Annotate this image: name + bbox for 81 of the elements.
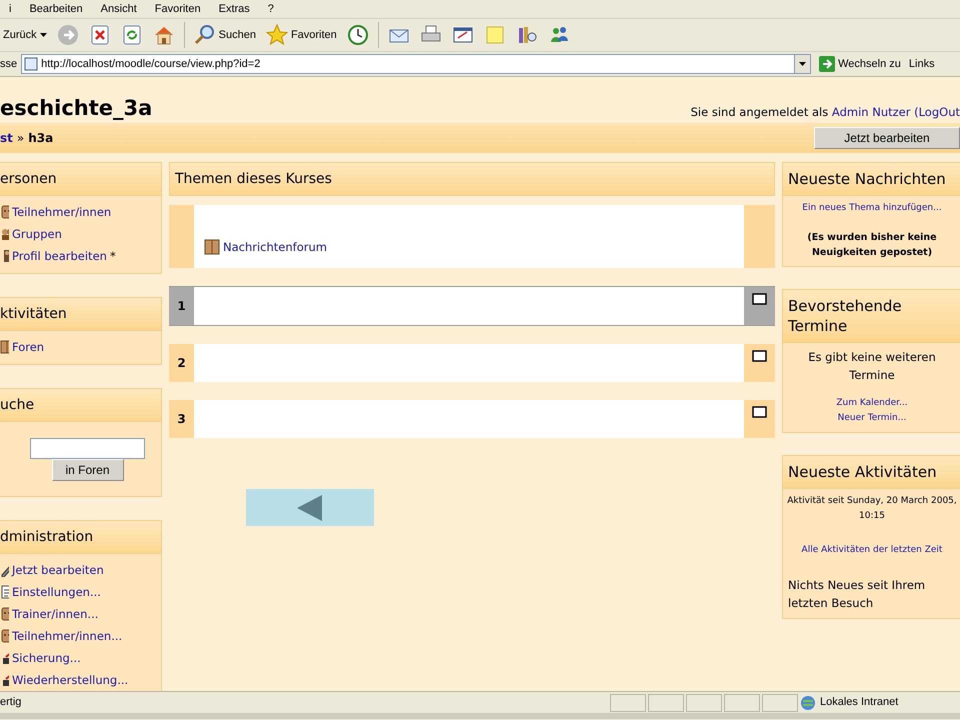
address-field[interactable]: http://localhost/moodle/course/view.php?id=2 [21, 54, 812, 74]
status-pane [610, 694, 646, 712]
activity-link[interactable]: Nachrichtenforum [223, 236, 327, 258]
block-text: Aktivität seit Sunday, 20 March 2005, 10:15 [786, 495, 958, 523]
square-icon[interactable] [752, 406, 767, 418]
search-field[interactable] [30, 438, 145, 459]
page-icon [24, 57, 38, 71]
breadcrumb-current: h3a [28, 130, 54, 147]
status-pane [648, 694, 684, 712]
topics-title: Themen dieses Kurses [169, 162, 775, 196]
group-icon [0, 227, 9, 241]
menu-item[interactable]: i [0, 0, 20, 18]
triangle-icon [296, 494, 324, 522]
menu-item[interactable]: ? [258, 0, 283, 18]
square-icon[interactable] [752, 293, 767, 305]
block-link[interactable]: Neuer Termin... [783, 411, 960, 426]
backup-icon [0, 651, 9, 665]
history-icon [346, 24, 369, 46]
person-icon [0, 629, 9, 643]
square-icon[interactable] [752, 350, 767, 362]
dropdown-button[interactable] [794, 55, 810, 73]
block-link[interactable]: Trainer/innen... [12, 603, 98, 625]
block-text: (Es wurden bisher keine Neuigkeiten gepostet) [806, 231, 938, 260]
logout-link[interactable]: (LogOut [914, 104, 960, 119]
block-link[interactable]: Gruppen [12, 223, 62, 245]
block-link[interactable]: Wiederherstellung... [12, 669, 128, 691]
person-icon [0, 205, 9, 219]
caret-icon [40, 33, 47, 37]
block-link[interactable]: Einstellungen... [12, 581, 101, 603]
forum-icon [204, 239, 220, 255]
stop-icon [88, 24, 111, 46]
links-button[interactable]: Links [908, 56, 935, 72]
menu-item[interactable]: Ansicht [92, 0, 146, 18]
block-text: Es gibt keine weiteren Termine [807, 349, 937, 384]
status-pane [762, 694, 798, 712]
status-text: ertig [0, 695, 22, 710]
edit-button[interactable]: Jetzt bearbeiten [814, 127, 960, 149]
document-icon [0, 585, 9, 599]
block-text: Nichts Neues seit Ihrem letzten Besuch [787, 577, 926, 612]
go-arrow-icon [819, 56, 836, 72]
user-link[interactable]: Admin Nutzer [832, 104, 910, 119]
globe-icon [800, 694, 816, 710]
address-label: sse [0, 56, 18, 72]
menu-item[interactable]: Favoriten [146, 0, 210, 18]
breadcrumb-separator: » [16, 130, 24, 147]
search-icon [194, 24, 216, 46]
note-icon [484, 24, 506, 46]
left-arrow-button[interactable] [246, 489, 374, 526]
section-number: 1 [177, 298, 186, 315]
forum-icon [0, 340, 9, 354]
login-info: Sie sind angemeldet als Admin Nutzer (LogOut [690, 104, 960, 121]
restore-icon [0, 673, 9, 687]
block-link[interactable]: Jetzt bearbeiten [12, 559, 104, 581]
zone-text: Lokales Intranet [820, 695, 898, 710]
block-link[interactable]: Zum Kalender... [783, 396, 960, 411]
back-arrow-button[interactable]: Zurück [0, 24, 50, 46]
block-link[interactable]: Teilnehmer/innen [12, 201, 112, 223]
breadcrumb-link[interactable]: st [0, 129, 13, 147]
person-icon [0, 607, 9, 621]
star-icon [266, 24, 288, 46]
home-icon [152, 24, 175, 46]
caret-icon [799, 62, 806, 66]
star-button[interactable]: Favoriten [262, 22, 340, 48]
block-link[interactable]: Profil bearbeiten [12, 245, 107, 267]
block-link[interactable]: Foren [12, 336, 44, 358]
search-button[interactable]: Suchen [190, 22, 259, 48]
status-pane [724, 694, 760, 712]
go-button[interactable]: Wechseln zu [815, 56, 905, 72]
block-link[interactable]: Ein neues Thema hinzufügen... [783, 201, 960, 216]
note-text: * [110, 248, 116, 265]
course-title: eschichte_3a [0, 95, 152, 121]
block-link[interactable]: Sicherung... [12, 647, 81, 669]
block-link[interactable]: Alle Aktivitäten der letzten Zeit [783, 543, 960, 558]
section-number: 2 [177, 355, 186, 372]
block-link[interactable]: Teilnehmer/innen... [12, 625, 122, 647]
menu-item[interactable]: Extras [210, 0, 259, 18]
menu-item[interactable]: Bearbeiten [20, 0, 92, 18]
search-button[interactable]: in Foren [52, 459, 124, 481]
status-pane [686, 694, 722, 712]
section-number: 3 [177, 411, 186, 428]
refresh-icon [120, 24, 143, 46]
